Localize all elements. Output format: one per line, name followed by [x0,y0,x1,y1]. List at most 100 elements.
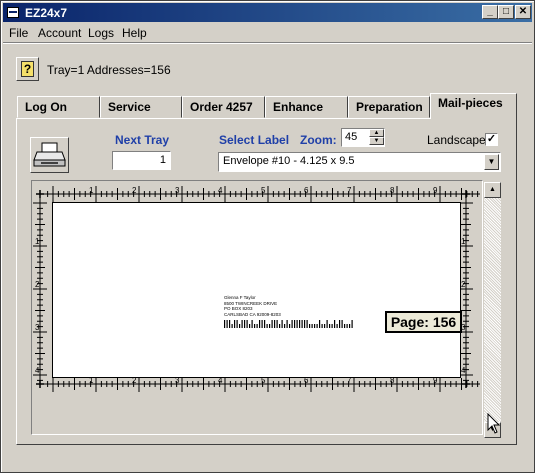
label-select-value: Envelope #10 - 4.125 x 9.5 [223,155,355,167]
barcode-bar [241,320,243,328]
help-button[interactable]: ? [16,57,39,81]
barcode-bar [291,320,293,328]
ruler-number: 7 [347,186,352,195]
ruler-number: 9 [433,186,438,195]
barcode-bar [249,324,251,328]
next-tray-input[interactable]: 1 [112,151,171,170]
title-bar: EZ24x7 _ □ ✕ [3,3,532,22]
ruler-number: 3 [175,186,180,195]
postal-barcode [224,320,353,328]
tab-preparation[interactable]: Preparation [348,96,430,118]
close-button[interactable]: ✕ [515,5,531,19]
help-question-icon: ? [21,61,34,77]
ruler-number: 4 [35,366,40,375]
tab-service[interactable]: Service [100,96,182,118]
zoom-label: Zoom: [300,133,337,147]
envelope-preview [52,202,461,378]
scroll-up-button[interactable]: ▲ [484,182,501,198]
barcode-bar [236,320,238,328]
barcode-bar [289,324,291,328]
barcode-bar [274,320,276,328]
printer-icon [33,142,66,167]
vertical-scrollbar[interactable]: ▲ ▼ [484,182,501,438]
barcode-bar [334,320,336,328]
barcode-bar [294,320,296,328]
barcode-bar [319,320,321,328]
barcode-bar [346,324,348,328]
app-icon [7,7,19,18]
ruler-number: 5 [261,186,266,195]
barcode-bar [321,324,323,328]
barcode-bar [261,320,263,328]
tab-enhance[interactable]: Enhance [265,96,348,118]
maximize-button[interactable]: □ [498,5,514,19]
ruler-number: 2 [461,280,466,289]
mouse-cursor-icon [487,413,501,434]
ruler-number: 1 [35,237,40,246]
barcode-bar [329,324,331,328]
tab-mail-pieces[interactable]: Mail-pieces [430,93,517,119]
barcode-bar [229,320,231,328]
barcode-bar [306,320,308,328]
barcode-bar [259,320,261,328]
page-badge: Page: 156 [385,311,462,333]
barcode-bar [271,320,273,328]
ruler-number: 1 [89,186,94,195]
menu-separator [3,42,532,44]
ruler-number: 2 [35,280,40,289]
barcode-bar [234,320,236,328]
barcode-bar [256,324,258,328]
chevron-down-icon[interactable]: ▼ [484,154,499,170]
barcode-bar [341,320,343,328]
zoom-down-button[interactable]: ▼ [369,137,384,145]
ruler-number: 4 [218,186,223,195]
address-block: Glenna F Taylor 8500 TWINCREEK DRIVE PO … [224,295,281,317]
tab-order[interactable]: Order 4257 [182,96,265,118]
zoom-up-button[interactable]: ▲ [369,129,384,137]
barcode-bar [344,324,346,328]
barcode-bar [314,324,316,328]
barcode-bar [311,324,313,328]
menu-file[interactable]: File [9,26,28,40]
barcode-bar [276,320,278,328]
barcode-bar [349,324,351,328]
barcode-bar [279,324,281,328]
barcode-bar [231,324,233,328]
minimize-button[interactable]: _ [482,5,498,19]
barcode-bar [309,324,311,328]
ruler-corner-mark [462,380,470,388]
menu-account[interactable]: Account [38,26,81,40]
barcode-bar [254,324,256,328]
landscape-checkbox[interactable]: ✓ [485,133,498,146]
barcode-bar [339,320,341,328]
barcode-bar [266,324,268,328]
address-line: CARLSBAD CA 92009-8203 [224,311,281,317]
menu-help[interactable]: Help [122,26,147,40]
barcode-bar [336,324,338,328]
barcode-bar [301,320,303,328]
barcode-bar [226,320,228,328]
zoom-spinner[interactable]: 45 ▲ ▼ [341,128,385,147]
print-button[interactable] [30,137,69,173]
barcode-bar [331,324,333,328]
zoom-value: 45 [345,131,358,143]
barcode-bar [239,324,241,328]
label-select[interactable]: Envelope #10 - 4.125 x 9.5 ▼ [218,152,501,172]
barcode-bar [251,320,253,328]
menu-bar: File Account Logs Help [3,23,532,42]
barcode-bar [224,320,226,328]
ruler-corner-mark [36,380,44,388]
barcode-bar [351,320,353,328]
barcode-bar [326,320,328,328]
ruler-number: 2 [132,186,137,195]
ruler-number: 3 [35,323,40,332]
menu-logs[interactable]: Logs [88,26,114,40]
barcode-bar [324,324,326,328]
ruler-corner-mark [462,190,470,198]
window-title: EZ24x7 [25,6,68,20]
ruler-number: 4 [461,366,466,375]
ruler-corner-mark [36,190,44,198]
barcode-bar [264,320,266,328]
barcode-bar [246,320,248,328]
tab-log-on[interactable]: Log On [17,96,100,118]
